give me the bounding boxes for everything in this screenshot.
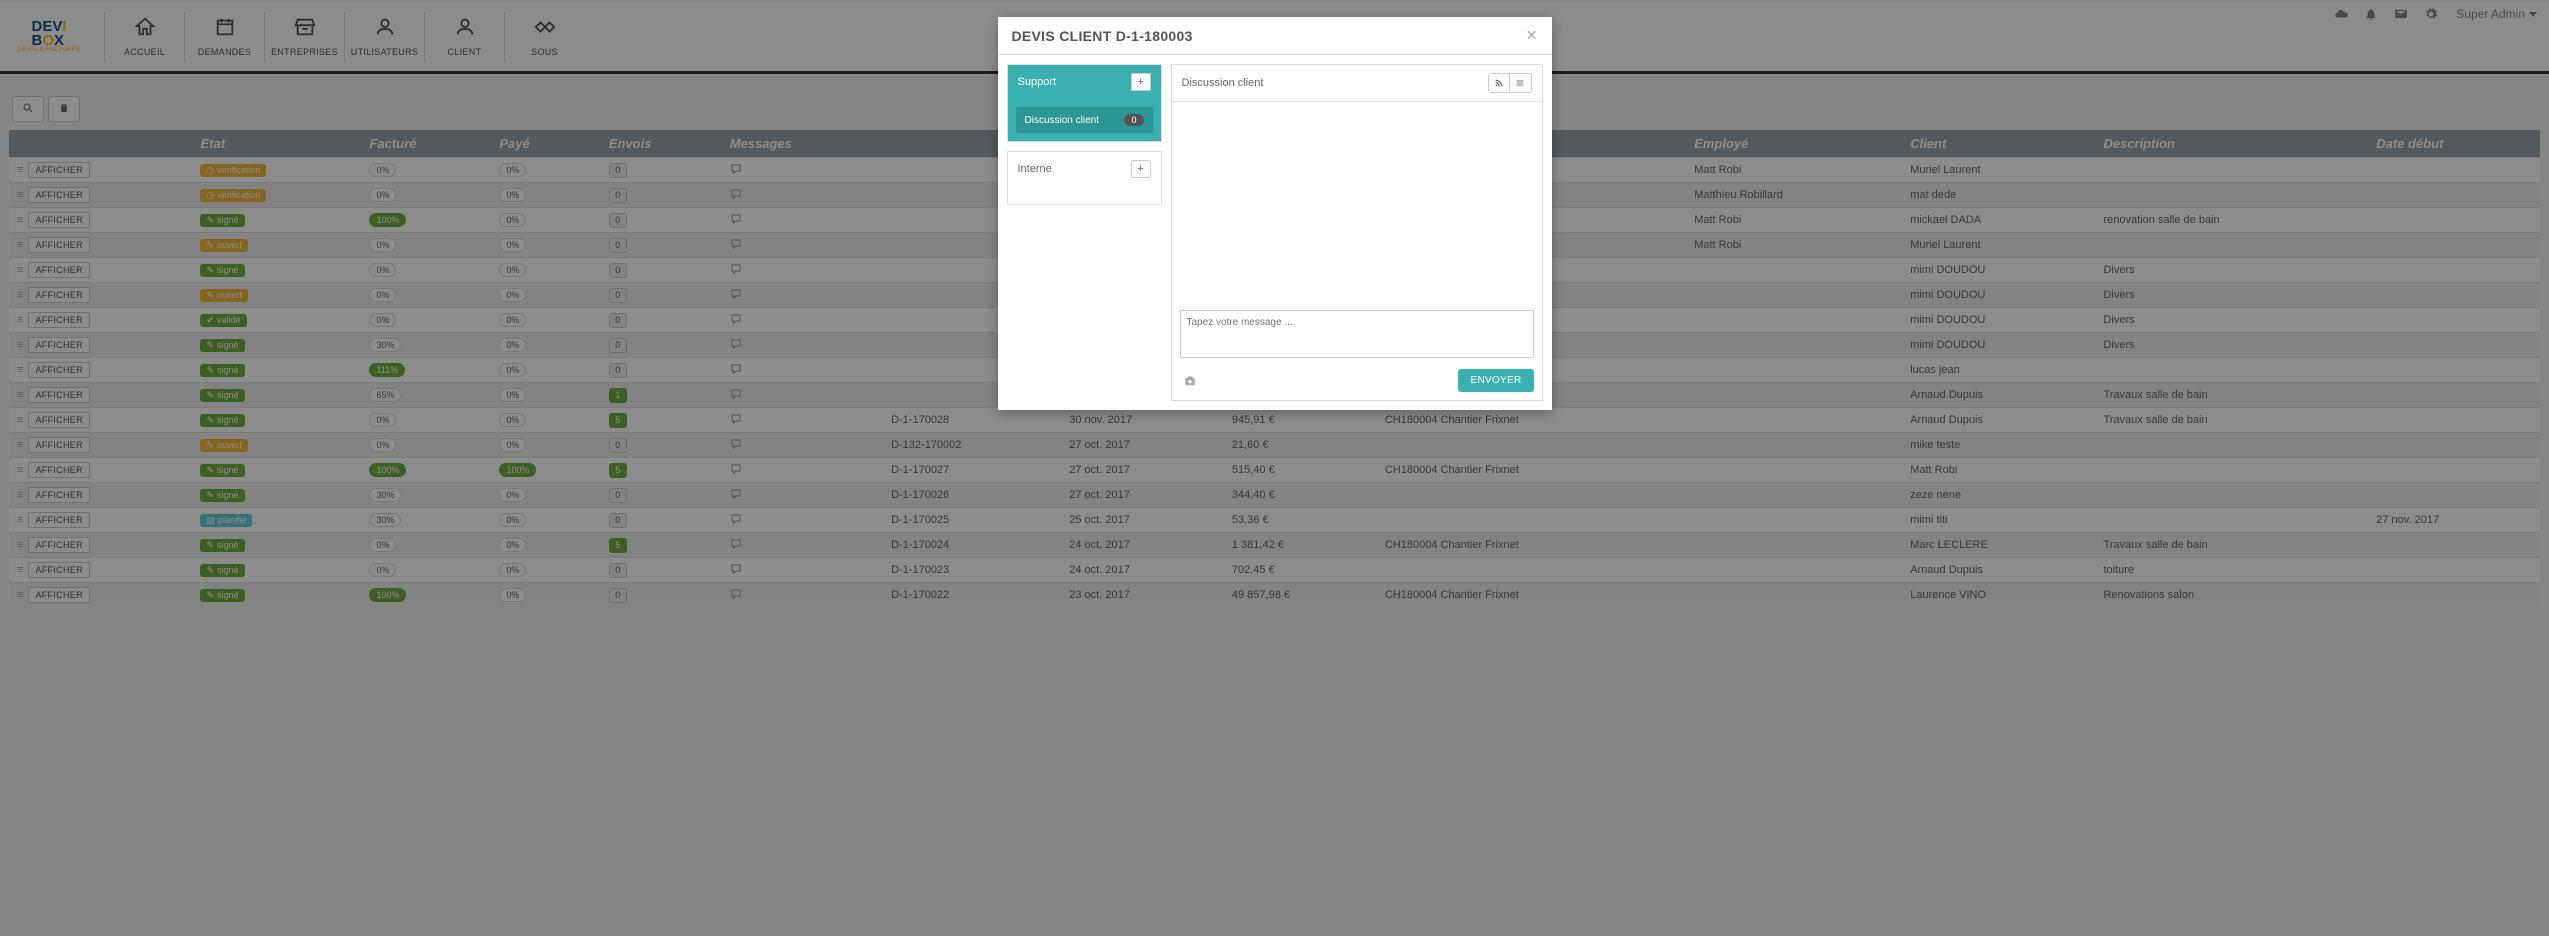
camera-icon[interactable] [1180, 372, 1200, 390]
interne-panel: Interne + [1007, 151, 1162, 205]
discussion-title: Discussion client [1182, 77, 1264, 89]
discussion-client-tab[interactable]: Discussion client 0 [1016, 107, 1153, 133]
list-icon[interactable] [1510, 73, 1532, 93]
support-title: Support [1018, 76, 1057, 88]
message-input[interactable] [1180, 310, 1534, 358]
add-support-button[interactable]: + [1131, 73, 1151, 91]
discussion-panel: Discussion client ENVOYER [1171, 64, 1543, 401]
discussion-tab-label: Discussion client [1025, 115, 1099, 126]
add-interne-button[interactable]: + [1131, 160, 1151, 178]
rss-icon[interactable] [1488, 73, 1510, 93]
close-icon[interactable]: ✕ [1526, 27, 1538, 44]
modal-title: DEVIS CLIENT D-1-180003 [1012, 28, 1193, 44]
discussion-count: 0 [1124, 114, 1143, 126]
modal: DEVIS CLIENT D-1-180003 ✕ Support + Disc… [998, 17, 1552, 410]
messages-area [1172, 102, 1542, 302]
interne-title: Interne [1018, 163, 1052, 175]
support-panel: Support + Discussion client 0 [1007, 64, 1162, 142]
send-button[interactable]: ENVOYER [1458, 369, 1533, 392]
